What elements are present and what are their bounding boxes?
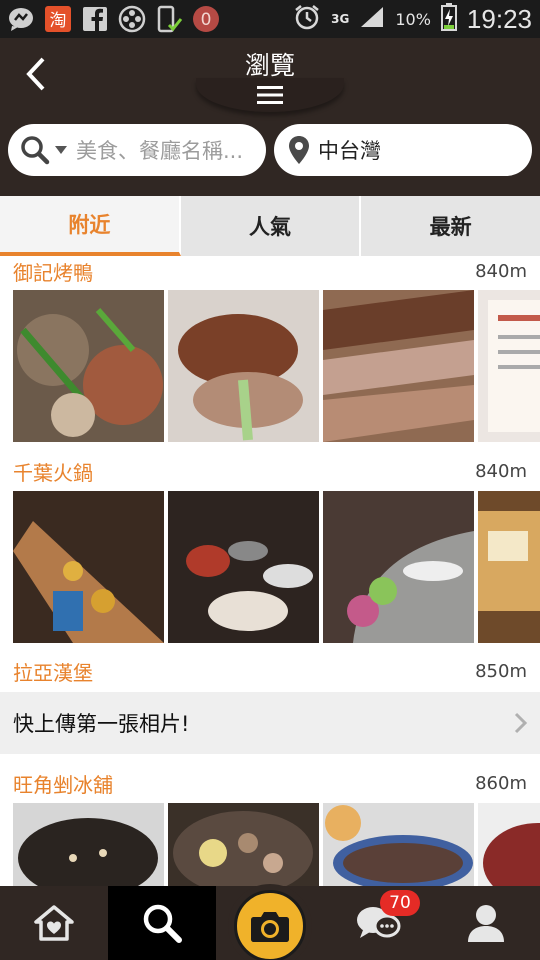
- nav-camera[interactable]: [216, 884, 324, 960]
- film-reel-icon: [117, 4, 147, 34]
- profile-icon: [468, 905, 504, 942]
- nav-profile[interactable]: [432, 886, 540, 960]
- restaurant-distance: 840m: [475, 460, 527, 482]
- sort-tabs: 附近 人氣 最新: [0, 196, 540, 256]
- restaurant-distance: 860m: [475, 772, 527, 794]
- tab-nearby[interactable]: 附近: [0, 196, 181, 256]
- phone-check-icon: [154, 4, 184, 34]
- nav-home[interactable]: [0, 886, 108, 960]
- restaurant-row[interactable]: 拉亞漢堡 850m: [0, 656, 540, 686]
- food-photo[interactable]: [323, 491, 474, 643]
- map-pin-icon: [289, 136, 309, 164]
- photo-strip: [13, 290, 540, 442]
- network-type: 3G: [331, 12, 350, 26]
- restaurant-name: 千葉火鍋: [13, 460, 93, 485]
- chevron-right-icon: [514, 712, 528, 734]
- menu-photo[interactable]: [478, 290, 540, 442]
- food-photo[interactable]: [13, 803, 164, 886]
- camera-icon: [251, 912, 289, 942]
- home-icon: [34, 905, 74, 941]
- notification-badge: 70: [380, 890, 420, 916]
- food-photo[interactable]: [323, 803, 474, 886]
- zero-circle-icon: 0: [191, 4, 221, 34]
- hamburger-icon: [257, 86, 283, 104]
- food-photo[interactable]: [168, 803, 319, 886]
- restaurant-list: 御記烤鴨 840m 千葉火鍋 840m 拉亞漢堡 850m 快上傳第一張相片! …: [0, 256, 540, 886]
- food-photo[interactable]: [168, 491, 319, 643]
- restaurant-distance: 850m: [475, 660, 527, 682]
- restaurant-name: 御記烤鴨: [13, 260, 93, 285]
- restaurant-row[interactable]: 御記烤鴨 840m: [0, 256, 540, 286]
- bottom-nav: 70: [0, 884, 540, 960]
- page-title: 瀏覽: [244, 51, 295, 80]
- status-bar: 淘 0 3G 10% 19:23: [0, 0, 540, 38]
- photo-strip: [13, 491, 540, 643]
- restaurant-name: 拉亞漢堡: [13, 660, 93, 685]
- battery-charging-icon: [440, 3, 457, 35]
- upload-first-photo-button[interactable]: 快上傳第一張相片!: [0, 692, 540, 754]
- signal-icon: [359, 5, 385, 33]
- alarm-icon: [293, 3, 321, 35]
- app-header: 瀏覽 美食、餐廳名稱... 中台灣: [0, 38, 540, 196]
- search-icon: [21, 136, 50, 165]
- food-photo[interactable]: [168, 290, 319, 442]
- restaurant-distance: 840m: [475, 260, 527, 282]
- food-photo[interactable]: [13, 491, 164, 643]
- food-photo[interactable]: [323, 290, 474, 442]
- photo-strip: [13, 803, 540, 886]
- tab-newest[interactable]: 最新: [361, 196, 540, 256]
- search-input[interactable]: 美食、餐廳名稱...: [8, 124, 266, 176]
- nav-search[interactable]: [108, 886, 216, 960]
- upload-prompt: 快上傳第一張相片!: [13, 712, 190, 736]
- restaurant-row[interactable]: 旺角剉冰舖 860m: [0, 768, 540, 798]
- battery-percent: 10%: [395, 9, 431, 29]
- search-icon: [143, 904, 182, 943]
- menu-button[interactable]: [196, 78, 344, 112]
- message-icon: [6, 4, 36, 34]
- taobao-icon: 淘: [43, 4, 73, 34]
- location-label: 中台灣: [318, 139, 381, 163]
- food-photo[interactable]: [13, 290, 164, 442]
- svg-text:淘: 淘: [50, 11, 67, 31]
- camera-button[interactable]: [228, 884, 312, 960]
- restaurant-name: 旺角剉冰舖: [13, 772, 113, 797]
- location-selector[interactable]: 中台灣: [274, 124, 532, 176]
- food-photo[interactable]: [478, 491, 540, 643]
- facebook-icon: [80, 4, 110, 34]
- food-photo[interactable]: [478, 803, 540, 886]
- tab-popular[interactable]: 人氣: [181, 196, 362, 256]
- restaurant-row[interactable]: 千葉火鍋 840m: [0, 456, 540, 486]
- search-placeholder: 美食、餐廳名稱...: [76, 139, 244, 163]
- svg-text:0: 0: [201, 10, 212, 30]
- nav-messages[interactable]: 70: [324, 886, 432, 960]
- clock: 19:23: [466, 3, 532, 34]
- caret-down-icon[interactable]: [54, 145, 68, 155]
